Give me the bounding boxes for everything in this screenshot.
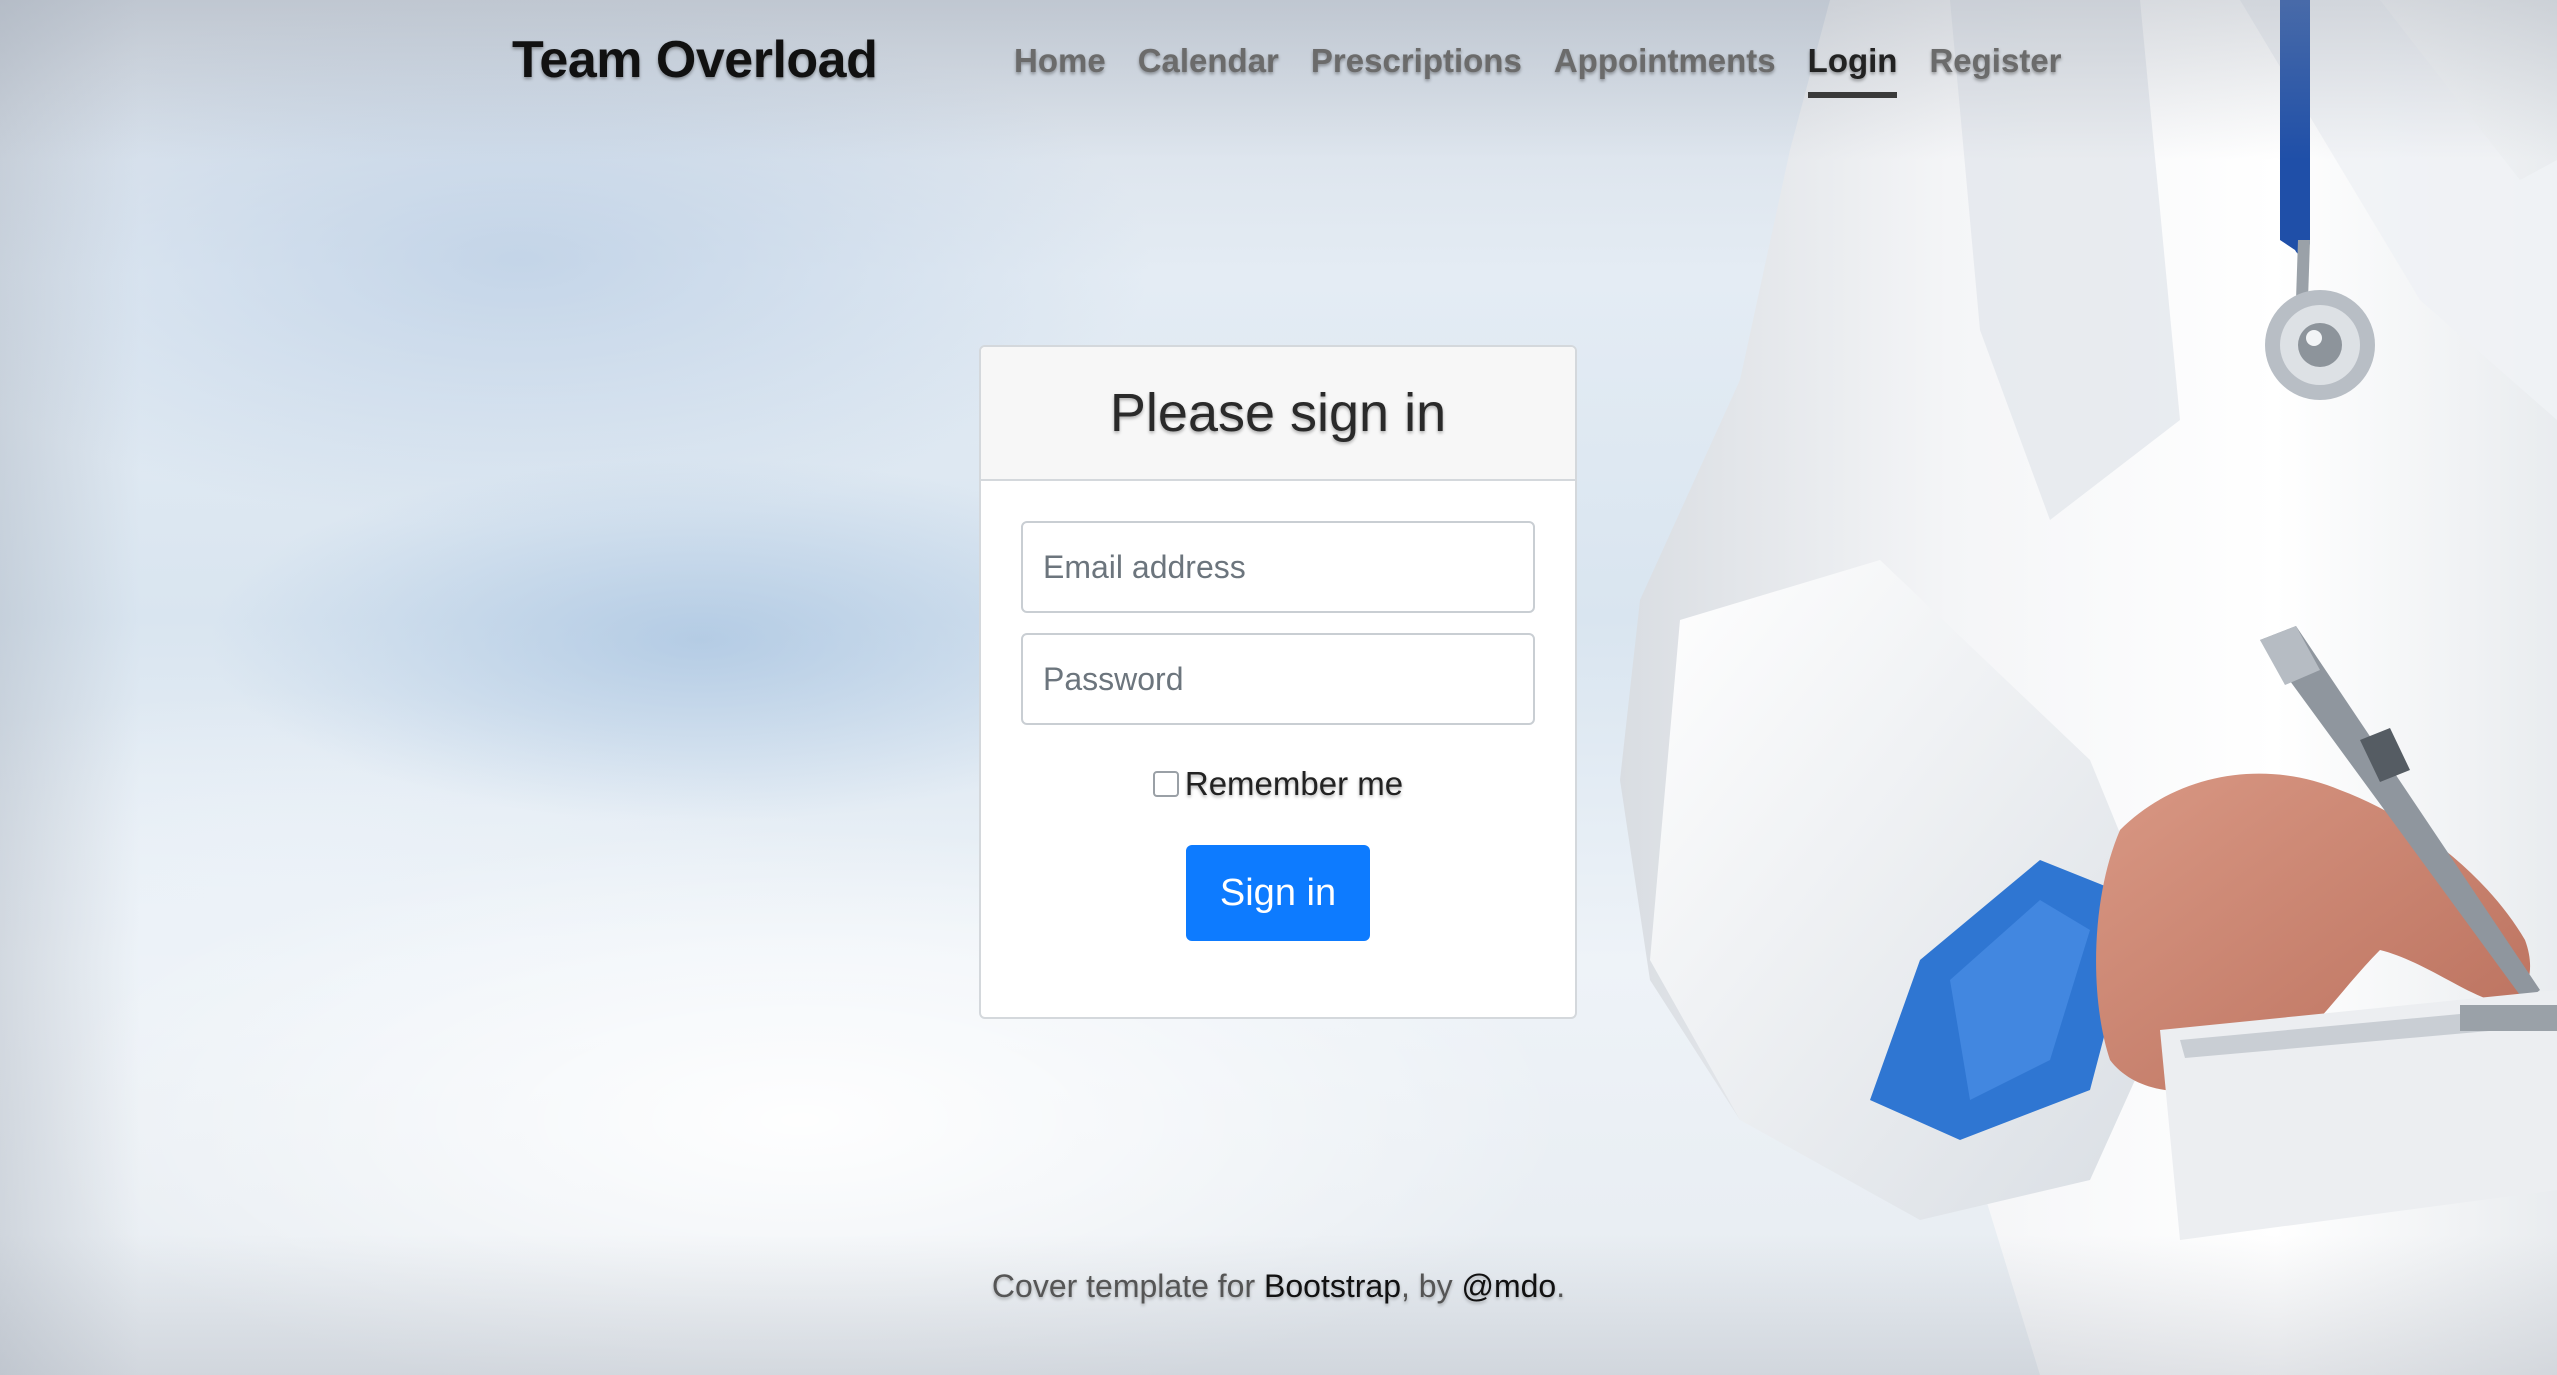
login-form: Remember me Sign in: [981, 481, 1575, 941]
nav-appointments[interactable]: Appointments: [1554, 42, 1776, 98]
nav-prescriptions[interactable]: Prescriptions: [1311, 42, 1522, 98]
footer-middle: , by: [1400, 1268, 1462, 1304]
signin-button-wrap: Sign in: [1021, 845, 1535, 941]
doctor-background-image: [1620, 0, 2557, 1375]
email-field[interactable]: [1021, 521, 1535, 613]
footer: Cover template for Bootstrap, by @mdo.: [0, 1268, 2557, 1305]
sign-in-button[interactable]: Sign in: [1186, 845, 1370, 941]
remember-me-row: Remember me: [1021, 765, 1535, 803]
login-title: Please sign in: [1109, 383, 1447, 443]
footer-prefix: Cover template for: [991, 1268, 1265, 1304]
nav-register[interactable]: Register: [1929, 42, 2061, 98]
remember-me-label[interactable]: Remember me: [1185, 765, 1403, 803]
login-card-header: Please sign in: [981, 347, 1575, 481]
mdo-link[interactable]: @mdo: [1461, 1268, 1556, 1304]
nav-home[interactable]: Home: [1014, 42, 1106, 98]
brand-logo-text[interactable]: Team Overload: [512, 30, 878, 90]
password-field[interactable]: [1021, 633, 1535, 725]
login-card: Please sign in Remember me Sign in: [979, 345, 1577, 1019]
nav-login[interactable]: Login: [1807, 42, 1898, 98]
footer-suffix: .: [1556, 1268, 1566, 1304]
remember-me-checkbox[interactable]: [1152, 771, 1179, 797]
main-nav: Home Calendar Prescriptions Appointments…: [1014, 42, 2062, 98]
nav-calendar[interactable]: Calendar: [1138, 42, 1279, 98]
bootstrap-link[interactable]: Bootstrap: [1264, 1268, 1401, 1304]
